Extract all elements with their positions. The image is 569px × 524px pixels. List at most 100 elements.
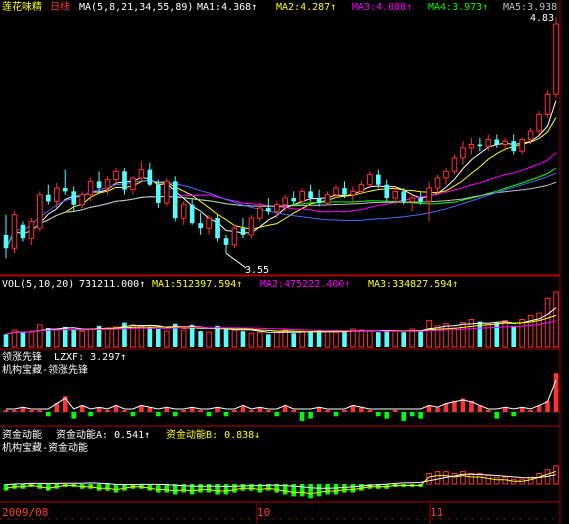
lzxf-bar — [469, 400, 474, 412]
candle-up — [11, 214, 18, 249]
lzxf-bar — [511, 412, 516, 417]
zjdn-bar-down — [257, 484, 263, 493]
lzxf-bar — [291, 410, 296, 412]
lzxf-bar — [477, 405, 483, 412]
zjdn-bar-down — [164, 484, 170, 493]
lzxf-bar — [206, 412, 212, 417]
candle-down — [384, 184, 390, 199]
lzxf-line — [6, 380, 557, 410]
zjdn-bar-up — [493, 476, 500, 485]
candle-up — [536, 113, 542, 132]
volume-bar-down — [477, 321, 483, 347]
zjdn-bar-down — [291, 484, 296, 497]
zjdn-bar-up — [451, 473, 458, 485]
lzxf-bar — [392, 410, 398, 412]
candle-up — [451, 157, 458, 172]
lzxf-bar — [384, 412, 390, 419]
volume-bar-down — [215, 325, 220, 347]
zjdn-bar-down — [342, 484, 347, 493]
volume-bar-up — [37, 324, 43, 348]
lzxf-bar — [325, 410, 330, 412]
zjdn-bar-down — [20, 484, 26, 489]
lzxf-bar — [409, 412, 415, 417]
zjdn-bar-up — [485, 474, 492, 485]
candle-up — [333, 187, 339, 196]
volume-bar-down — [384, 330, 390, 347]
candle-up — [130, 177, 136, 191]
zjdn-bar-down — [359, 484, 364, 491]
zjdn-bar-up — [536, 473, 542, 485]
vol-ma1-label: MA1:512397.594↑ — [152, 279, 243, 290]
lzxf-bar — [54, 403, 60, 412]
candle-down — [71, 191, 76, 205]
volume-bar-down — [240, 331, 246, 347]
ma-line-4 — [5, 167, 557, 249]
candle-up — [299, 190, 305, 202]
volume-bar-up — [257, 331, 263, 348]
candle-down — [418, 198, 423, 202]
zjdn-bar-down — [367, 484, 373, 489]
zjdn-bar-up — [510, 478, 517, 485]
lzxf-bar — [164, 407, 170, 412]
zjdn-bar-down — [156, 484, 161, 493]
zjdn-bar-down — [122, 484, 127, 491]
ma-line-6 — [5, 172, 557, 249]
candle-up — [434, 177, 441, 189]
volume-bar-up — [138, 325, 145, 348]
ma5-label: MA5:3.938 — [503, 2, 558, 13]
volume-bar-up — [163, 330, 170, 348]
stock-chart[interactable]: 莲花味精 日线 MA(5,8,21,34,55,89) MA1:4.368↑ M… — [0, 0, 569, 524]
zjdn-bar-down — [418, 484, 423, 487]
indicator1-subtitle: 机构宝藏-领涨先锋 — [2, 365, 89, 376]
lzxf-bar — [71, 412, 76, 419]
indicator1-line-label: LZXF: 3.297↑ — [54, 352, 127, 363]
vol-ma3-label: MA3:334827.594↑ — [368, 279, 459, 290]
lzxf-bar — [333, 412, 339, 417]
period-label[interactable]: 日线 — [50, 2, 70, 13]
candle-up — [104, 179, 111, 189]
lzxf-bar — [342, 410, 347, 412]
volume-bar-down — [291, 333, 296, 347]
candle-up — [273, 204, 280, 212]
zjdn-bar-down — [350, 484, 356, 493]
volume-bar-up — [367, 330, 373, 348]
lzxf-bar — [257, 407, 263, 412]
zjdn-bar-down — [71, 484, 76, 487]
vol-ma2-label: MA2:475222.406↑ — [260, 279, 351, 290]
ma1-label: MA1:4.368↑ — [197, 2, 258, 13]
lzxf-bar — [232, 410, 237, 412]
candle-up — [28, 220, 35, 239]
candle-down — [511, 141, 516, 152]
lzxf-bar — [122, 410, 127, 412]
lzxf-bar — [494, 412, 500, 419]
zjdn-bar-down — [266, 484, 271, 491]
candle-up — [553, 23, 559, 95]
lzxf-bar — [113, 405, 119, 412]
zjdn-bar-down — [37, 484, 43, 489]
volume-bar-up — [282, 329, 289, 348]
stock-name: 莲花味精 — [2, 2, 42, 13]
zjdn-bar-down — [299, 484, 305, 497]
zjdn-bar-down — [46, 484, 51, 491]
volume-bar-up — [426, 320, 432, 348]
volume-bar-up — [87, 328, 94, 348]
lzxf-bar — [12, 410, 17, 412]
volume-bar-down — [71, 330, 76, 347]
zjdn-bar-up — [434, 471, 441, 485]
candle-up — [324, 194, 331, 204]
volume-bar-up — [231, 329, 238, 348]
ma-line-5 — [5, 181, 557, 249]
volume-bar-down — [147, 326, 153, 347]
volume-bar-down — [122, 322, 127, 347]
candle-down — [20, 224, 26, 239]
candle-down — [308, 191, 313, 199]
lzxf-bar — [519, 407, 525, 412]
zjdn-bar-down — [384, 484, 390, 489]
volume-bar-up — [273, 330, 280, 348]
volume-bar-up — [409, 328, 415, 348]
zjdn-bar-down — [274, 484, 280, 493]
volume-value: 731211.000↑ — [79, 279, 146, 290]
candle-up — [358, 184, 365, 192]
zjdn-bar-down — [189, 484, 195, 495]
date-axis-oct: 10 — [257, 506, 271, 519]
